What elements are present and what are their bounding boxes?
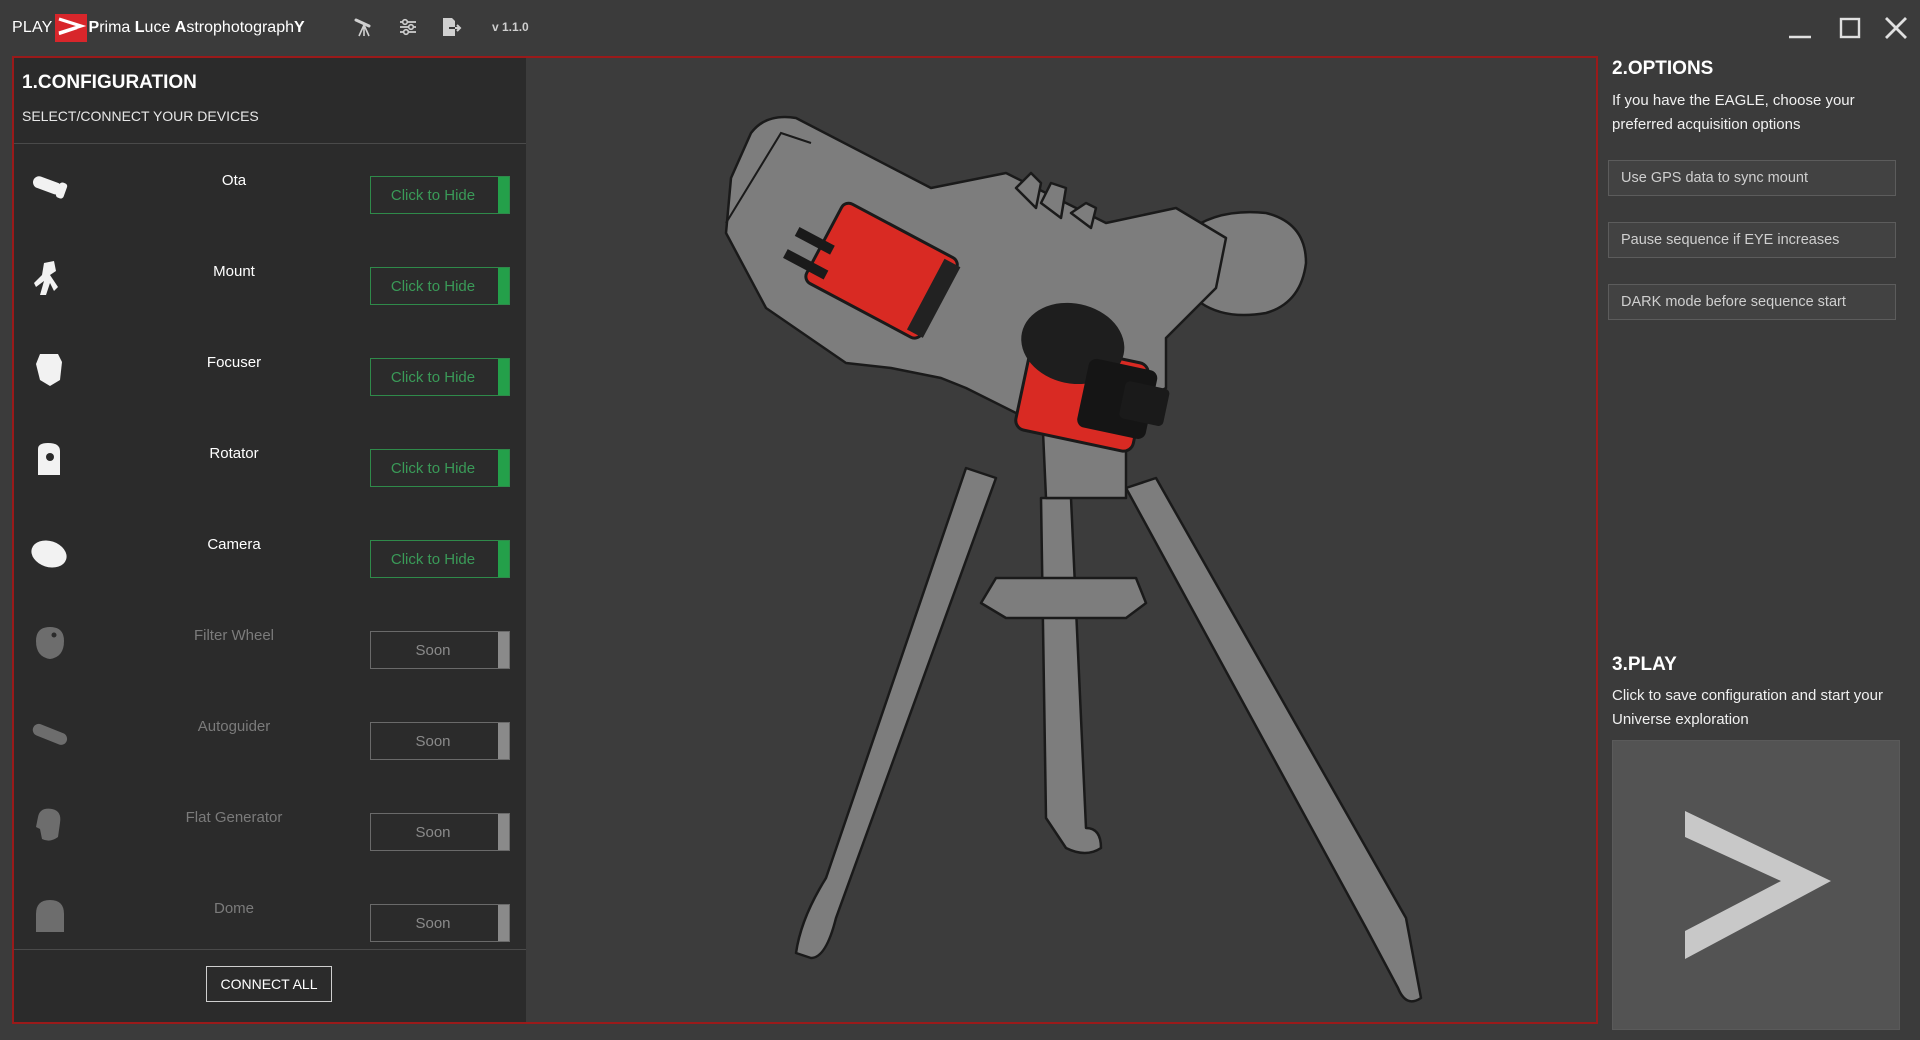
- rotator-icon: [38, 443, 60, 475]
- brand-play-text: PLAY: [12, 19, 53, 36]
- hide-rotator-button[interactable]: Click to Hide: [370, 449, 510, 487]
- filter-wheel-icon: [36, 627, 64, 659]
- configuration-title: 1.CONFIGURATION: [22, 72, 197, 93]
- configuration-subtitle: SELECT/CONNECT YOUR DEVICES: [22, 108, 259, 124]
- dark-mode-option-button[interactable]: DARK mode before sequence start: [1608, 284, 1896, 320]
- filter-wheel-soon-button[interactable]: Soon: [370, 631, 510, 669]
- device-name: Focuser: [206, 354, 262, 371]
- hide-ota-button[interactable]: Click to Hide: [370, 176, 510, 214]
- configuration-header: 1.CONFIGURATION SELECT/CONNECT YOUR DEVI…: [14, 58, 526, 144]
- brand-logo-area: PLAY Prima Luce AstrophotographY: [12, 14, 305, 42]
- title-bar: PLAY Prima Luce AstrophotographY v 1.1.0: [0, 0, 1920, 56]
- connect-all-button[interactable]: CONNECT ALL: [206, 966, 332, 1002]
- focuser-icon: [36, 354, 62, 386]
- device-name: Ota: [221, 172, 247, 189]
- autoguider-soon-button[interactable]: Soon: [370, 722, 510, 760]
- flat-generator-icon: [36, 808, 61, 841]
- device-row-autoguider: Autoguider Soon: [14, 690, 526, 781]
- equipment-preview: [526, 58, 1596, 1022]
- device-name: Camera: [207, 536, 261, 553]
- export-icon[interactable]: [440, 16, 462, 38]
- device-list: Ota Click to Hide Mount Click to Hide Fo…: [14, 144, 526, 963]
- hide-mount-button[interactable]: Click to Hide: [370, 267, 510, 305]
- device-row-filter-wheel: Filter Wheel Soon: [14, 599, 526, 690]
- device-row-ota: Ota Click to Hide: [14, 144, 526, 235]
- options-title: 2.OPTIONS: [1612, 58, 1714, 79]
- camera-icon: [31, 540, 67, 568]
- device-row-focuser: Focuser Click to Hide: [14, 326, 526, 417]
- maximize-icon[interactable]: [1836, 14, 1864, 42]
- play-logo-icon: [54, 14, 87, 42]
- close-icon[interactable]: [1882, 14, 1910, 42]
- device-name: Mount: [213, 263, 255, 280]
- device-name: Autoguider: [197, 718, 271, 735]
- minimize-icon[interactable]: [1786, 14, 1814, 42]
- options-description: If you have the EAGLE, choose your prefe…: [1612, 92, 1855, 133]
- gps-sync-option-button[interactable]: Use GPS data to sync mount: [1608, 160, 1896, 196]
- device-name: Dome: [213, 900, 254, 917]
- device-row-mount: Mount Click to Hide: [14, 235, 526, 326]
- play-chevron-icon: [1685, 811, 1831, 959]
- pause-sequence-option-button[interactable]: Pause sequence if EYE increases: [1608, 222, 1896, 258]
- version-label: v 1.1.0: [492, 20, 529, 34]
- autoguider-icon: [32, 723, 68, 745]
- hide-focuser-button[interactable]: Click to Hide: [370, 358, 510, 396]
- device-name: Rotator: [209, 445, 259, 462]
- brand-name: Prima Luce AstrophotographY: [88, 19, 305, 36]
- play-description: Click to save configuration and start yo…: [1612, 687, 1883, 728]
- hide-camera-button[interactable]: Click to Hide: [370, 540, 510, 578]
- device-name: Flat Generator: [185, 809, 283, 826]
- play-button[interactable]: [1612, 740, 1900, 1030]
- device-name: Filter Wheel: [193, 627, 275, 644]
- options-panel: 2.OPTIONS If you have the EAGLE, choose …: [1600, 56, 1920, 1040]
- configuration-panel: 1.CONFIGURATION SELECT/CONNECT YOUR DEVI…: [14, 58, 526, 1022]
- play-title: 3.PLAY: [1612, 654, 1677, 675]
- device-row-camera: Camera Click to Hide: [14, 508, 526, 599]
- telescope-icon[interactable]: [353, 16, 375, 38]
- configuration-footer: CONNECT ALL: [14, 949, 526, 1022]
- device-row-flat-generator: Flat Generator Soon: [14, 781, 526, 872]
- dome-soon-button[interactable]: Soon: [370, 904, 510, 942]
- mount-icon: [34, 261, 58, 295]
- settings-sliders-icon[interactable]: [397, 16, 419, 38]
- dome-icon: [36, 900, 64, 932]
- ota-icon: [33, 176, 68, 199]
- telescope-illustration: [724, 115, 1423, 1003]
- device-row-rotator: Rotator Click to Hide: [14, 417, 526, 508]
- flat-generator-soon-button[interactable]: Soon: [370, 813, 510, 851]
